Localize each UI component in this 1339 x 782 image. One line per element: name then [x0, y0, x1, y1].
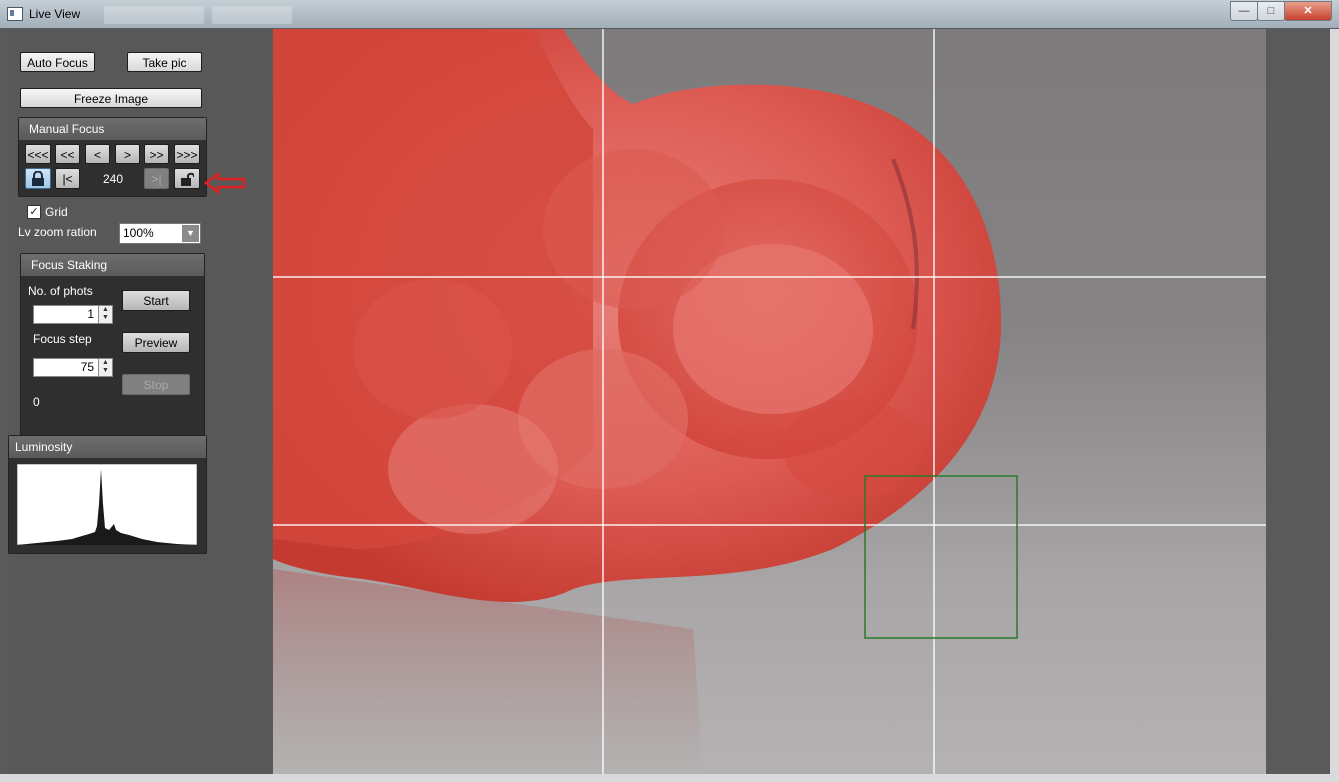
background-tab — [104, 6, 204, 24]
stop-button[interactable]: Stop — [122, 374, 190, 395]
live-view-window: Live View — □ ✕ Auto Focus Take pic Free… — [0, 0, 1339, 782]
unlock-icon — [181, 172, 195, 186]
auto-focus-button[interactable]: Auto Focus — [20, 52, 95, 72]
control-panel: Auto Focus Take pic Freeze Image Manual … — [8, 29, 272, 774]
unlock-end-button[interactable] — [174, 168, 200, 189]
manual-focus-title: Manual Focus — [19, 118, 206, 140]
focus-stacking-group: Focus Staking No. of phots 1 ▲ ▼ Focus st… — [20, 253, 205, 436]
photos-count-input[interactable]: 1 — [33, 305, 99, 324]
focus-stacking-title: Focus Staking — [21, 254, 204, 276]
stack-counter: 0 — [33, 395, 40, 409]
background-tab — [212, 6, 292, 24]
lock-icon — [32, 170, 44, 186]
focus-step-label: Focus step — [33, 332, 92, 346]
grid-checkbox[interactable]: ✓ — [27, 205, 41, 219]
grid-label: Grid — [45, 205, 68, 219]
close-button[interactable]: ✕ — [1284, 1, 1332, 21]
focus-position-value: 240 — [103, 172, 124, 186]
focus-far-large-button[interactable]: <<< — [25, 144, 51, 164]
specimen-image — [273, 29, 1266, 774]
app-icon — [7, 7, 23, 21]
lock-start-button[interactable] — [25, 168, 51, 189]
chevron-down-icon: ▼ — [182, 225, 199, 242]
maximize-button[interactable]: □ — [1257, 1, 1285, 21]
photos-label: No. of phots — [28, 284, 93, 298]
preview-button[interactable]: Preview — [122, 332, 190, 353]
photos-count-stepper[interactable]: ▲ ▼ — [98, 305, 113, 324]
go-to-end-button[interactable]: >| — [144, 168, 169, 189]
live-view-image[interactable] — [273, 29, 1266, 774]
luminosity-title: Luminosity — [9, 436, 206, 458]
luminosity-histogram — [17, 464, 197, 545]
focus-near-medium-button[interactable]: >> — [144, 144, 169, 164]
red-arrow-annotation — [204, 172, 246, 194]
title-bar[interactable]: Live View — □ ✕ — [0, 0, 1339, 28]
right-margin — [1266, 29, 1330, 774]
focus-near-large-button[interactable]: >>> — [174, 144, 200, 164]
go-to-start-button[interactable]: |< — [55, 168, 80, 189]
window-border-right — [1330, 29, 1339, 774]
focus-step-input[interactable]: 75 — [33, 358, 99, 377]
take-pic-button[interactable]: Take pic — [127, 52, 202, 72]
zoom-label: Lv zoom ration — [18, 225, 97, 239]
focus-far-medium-button[interactable]: << — [55, 144, 80, 164]
start-button[interactable]: Start — [122, 290, 190, 311]
focus-step-stepper[interactable]: ▲ ▼ — [98, 358, 113, 377]
luminosity-group: Luminosity — [8, 435, 207, 554]
zoom-select[interactable]: 100% ▼ — [119, 223, 201, 244]
window-border-bottom — [0, 774, 1339, 782]
manual-focus-group: Manual Focus <<< << < > >> >>> |< 240 >| — [18, 117, 207, 197]
focus-far-small-button[interactable]: < — [85, 144, 110, 164]
window-title: Live View — [29, 7, 81, 21]
minimize-button[interactable]: — — [1230, 1, 1258, 21]
freeze-image-button[interactable]: Freeze Image — [20, 88, 202, 108]
zoom-select-value: 100% — [123, 226, 154, 240]
focus-near-small-button[interactable]: > — [115, 144, 140, 164]
